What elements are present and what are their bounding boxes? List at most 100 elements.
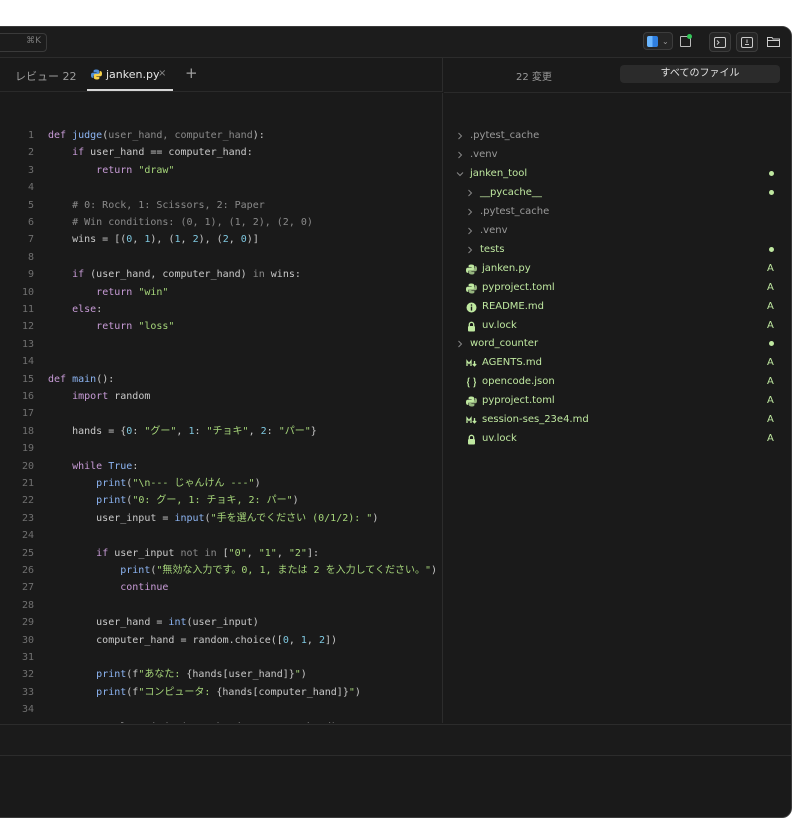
tree-item[interactable]: uv.lock A bbox=[444, 429, 784, 448]
line-number: 19 bbox=[21, 443, 34, 455]
code-token: {hands[user_hand]} bbox=[186, 669, 295, 681]
code-token: ) bbox=[300, 669, 307, 681]
code-line[interactable]: 22 print("0: グー, 1: チョキ, 2: パー") bbox=[0, 492, 442, 509]
review-panel-button[interactable] bbox=[736, 32, 758, 52]
code-line[interactable]: 6 # Win conditions: (0, 1), (1, 2), (2, … bbox=[0, 214, 442, 231]
code-line[interactable]: 24 bbox=[0, 527, 442, 544]
code-line[interactable]: 10 return "win" bbox=[0, 284, 442, 301]
changes-tab[interactable]: 22 変更 bbox=[516, 68, 552, 83]
code-token: : bbox=[96, 304, 103, 315]
tree-item[interactable]: __pycache__ bbox=[444, 183, 784, 202]
code-line[interactable]: 14 bbox=[0, 353, 442, 370]
open-in-finder-button[interactable]: ⌄ bbox=[643, 32, 673, 50]
line-number: 5 bbox=[27, 199, 34, 211]
code-token: True bbox=[108, 460, 133, 472]
finder-icon bbox=[647, 35, 658, 47]
code-token: )] bbox=[246, 234, 259, 246]
code-line[interactable]: 29 user_hand = int(user_input) bbox=[0, 614, 442, 631]
code-line[interactable]: 34 bbox=[0, 701, 442, 718]
tree-item[interactable]: README.md A bbox=[444, 297, 784, 316]
tree-item[interactable]: .venv bbox=[444, 221, 784, 240]
code-line[interactable]: 16 import random bbox=[0, 388, 442, 405]
line-number: 21 bbox=[21, 478, 34, 489]
tab-janken-py[interactable]: janken.py × bbox=[87, 58, 173, 91]
code-token: "0: グー, 1: チョキ, 2: パー" bbox=[132, 495, 293, 507]
code-line[interactable]: 19 bbox=[0, 440, 442, 457]
code-line[interactable]: 33 print(f"コンピュータ: {hands[computer_hand]… bbox=[0, 684, 442, 701]
code-line[interactable]: 31 bbox=[0, 649, 442, 666]
line-number: 16 bbox=[21, 391, 34, 402]
all-files-tab[interactable]: すべてのファイル bbox=[620, 65, 780, 83]
shortcut-hint: ⌘K bbox=[26, 36, 41, 46]
tree-item[interactable]: uv.lock A bbox=[444, 316, 784, 335]
code-token: return bbox=[96, 321, 139, 333]
code-text: return "win" bbox=[48, 284, 168, 301]
code-line[interactable]: 30 computer_hand = random.choice([0, 1, … bbox=[0, 632, 442, 649]
tree-item[interactable]: janken_tool bbox=[444, 164, 784, 183]
code-line[interactable]: 35 result = judge(user_hand, computer_ha… bbox=[0, 719, 442, 723]
tree-item[interactable]: pyproject.toml A bbox=[444, 278, 784, 297]
code-line[interactable]: 17 bbox=[0, 405, 442, 422]
code-line[interactable]: 9 if (user_hand, computer_hand) in wins: bbox=[0, 266, 442, 283]
file-tree-button[interactable] bbox=[763, 32, 783, 50]
code-token: main bbox=[72, 373, 97, 385]
code-line[interactable]: 28 bbox=[0, 597, 442, 614]
code-line[interactable]: 8 bbox=[0, 249, 442, 266]
code-token: else bbox=[72, 304, 97, 315]
code-line[interactable]: 20 while True: bbox=[0, 458, 442, 475]
status-indicator-icon[interactable] bbox=[680, 34, 692, 47]
tree-item-label: janken_tool bbox=[470, 167, 528, 179]
code-line[interactable]: 13 bbox=[0, 336, 442, 353]
code-line[interactable]: 32 print(f"あなた: {hands[user_hand]}") bbox=[0, 666, 442, 683]
code-line[interactable]: 12 return "loss" bbox=[0, 318, 442, 335]
tree-item[interactable]: tests bbox=[444, 240, 784, 259]
terminal-button[interactable] bbox=[709, 32, 731, 52]
code-editor[interactable]: 1 def judge(user_hand, computer_hand): 2 i… bbox=[0, 93, 443, 723]
code-line[interactable]: 3 return "draw" bbox=[0, 162, 442, 179]
line-number: 30 bbox=[21, 634, 34, 646]
code-token: import bbox=[72, 391, 115, 402]
code-line[interactable]: 15 def main(): bbox=[0, 371, 442, 388]
code-line[interactable]: 4 bbox=[0, 179, 442, 196]
line-number: 8 bbox=[27, 251, 34, 263]
code-line[interactable]: 5 # 0: Rock, 1: Scissors, 2: Paper bbox=[0, 197, 442, 214]
code-line[interactable]: 23 user_input = input("手を選んでください (0/1/2)… bbox=[0, 510, 442, 527]
code-line[interactable]: 2 if user_hand == computer_hand: bbox=[0, 144, 442, 161]
line-number: 25 bbox=[21, 547, 34, 559]
code-line[interactable]: 7 wins = [(0, 1), (1, 2), (2, 0)] bbox=[0, 231, 442, 248]
tree-item[interactable]: session-ses_23e4.md A bbox=[444, 410, 784, 429]
tab-review[interactable]: レビュー 22 bbox=[15, 68, 77, 84]
code-line[interactable]: 11 else: bbox=[0, 301, 442, 318]
tree-item[interactable]: .pytest_cache bbox=[444, 126, 784, 145]
lock-icon bbox=[466, 433, 477, 445]
tree-item[interactable]: AGENTS.md A bbox=[444, 353, 784, 372]
code-line[interactable]: 26 print("無効な入力です。0, 1, または 2 を入力してください。… bbox=[0, 562, 442, 579]
command-search[interactable]: ⌘K bbox=[0, 33, 47, 52]
tree-item[interactable]: .venv bbox=[444, 145, 784, 164]
code-text: computer_hand = random.choice([0, 1, 2]) bbox=[48, 632, 337, 649]
tree-item[interactable]: janken.py A bbox=[444, 259, 784, 278]
close-tab-icon[interactable]: × bbox=[158, 68, 166, 79]
code-line[interactable]: 1 def judge(user_hand, computer_hand): bbox=[0, 127, 442, 144]
chevron-down-icon: ⌄ bbox=[662, 36, 669, 46]
code-line[interactable]: 27 continue bbox=[0, 579, 442, 596]
tree-item[interactable]: opencode.json A bbox=[444, 372, 784, 391]
git-status-badge: A bbox=[767, 433, 774, 445]
code-text: def main(): bbox=[48, 371, 114, 388]
tree-item[interactable]: word_counter bbox=[444, 334, 784, 353]
code-line[interactable]: 25 if user_input not in ["0", "1", "2"]: bbox=[0, 545, 442, 562]
code-token: (f bbox=[126, 686, 139, 698]
code-token: ) bbox=[431, 565, 438, 576]
tree-item[interactable]: .pytest_cache bbox=[444, 202, 784, 221]
code-line[interactable]: 21 print("\n--- じゃんけん ---") bbox=[0, 475, 442, 492]
tree-item[interactable]: pyproject.toml A bbox=[444, 391, 784, 410]
add-tab-button[interactable]: + bbox=[185, 64, 198, 82]
markdown-icon bbox=[466, 357, 477, 368]
code-text: print("\n--- じゃんけん ---") bbox=[48, 475, 260, 492]
code-text: wins = [(0, 1), (1, 2), (2, 0)] bbox=[48, 231, 259, 248]
code-line[interactable]: 18 hands = {0: "グー", 1: "チョキ", 2: "パー"} bbox=[0, 423, 442, 440]
line-number: 3 bbox=[27, 164, 34, 176]
